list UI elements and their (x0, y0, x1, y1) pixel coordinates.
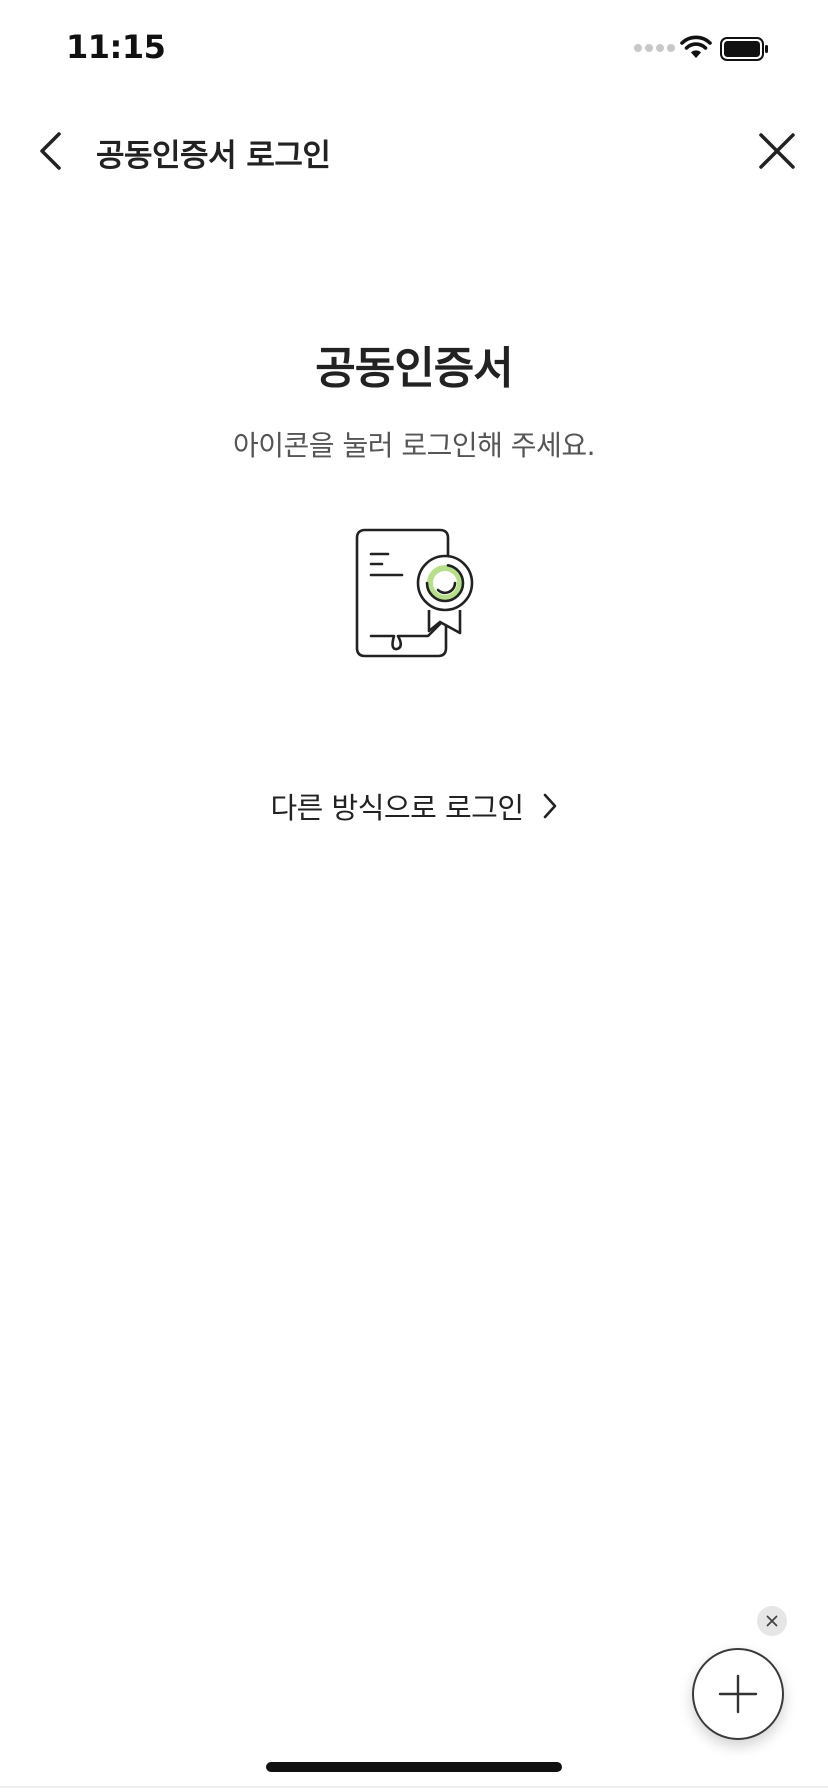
close-icon (759, 133, 795, 169)
status-time: 11:15 (66, 28, 166, 66)
wifi-icon (680, 35, 712, 58)
page-subtitle: 아이콘을 눌러 로그인해 주세요. (233, 429, 595, 462)
screen: 11:15 공동인증서 로그인 공동인증서 아이콘을 눌러 로그인해 주세요. (0, 0, 828, 1792)
fab-add-button[interactable] (692, 1648, 784, 1740)
status-icons (634, 34, 794, 64)
bottom-divider (0, 1786, 828, 1788)
fab-dismiss-button[interactable] (757, 1606, 787, 1636)
signal-dots-icon (634, 44, 675, 52)
certificate-icon (355, 528, 474, 658)
chevron-right-icon (543, 793, 556, 819)
alt-login-link[interactable]: 다른 방식으로 로그인 (0, 785, 828, 827)
battery-icon (720, 37, 768, 61)
close-icon (766, 1615, 778, 1627)
alt-login-label: 다른 방식으로 로그인 (270, 791, 524, 825)
certificate-login-button[interactable] (344, 522, 484, 662)
home-indicator (266, 1762, 562, 1772)
close-button[interactable] (752, 126, 802, 176)
nav-title: 공동인증서 로그인 (96, 138, 331, 174)
back-button[interactable] (28, 124, 72, 178)
plus-icon (718, 1674, 758, 1714)
page-title: 공동인증서 (315, 343, 513, 394)
chevron-left-icon (40, 132, 61, 170)
